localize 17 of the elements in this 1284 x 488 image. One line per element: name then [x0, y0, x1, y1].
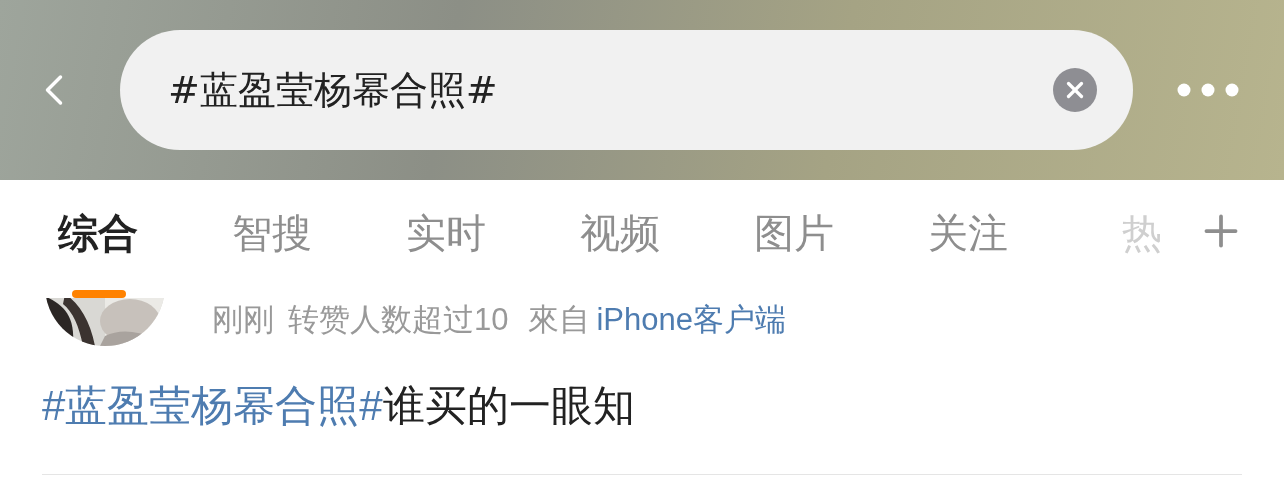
- post-time: 刚刚: [212, 300, 274, 339]
- tab[interactable]: 实时: [359, 180, 533, 298]
- search-field[interactable]: #蓝盈莹杨幂合照#: [120, 30, 1133, 150]
- post-text: #蓝盈莹杨幂合照#谁买的一眼知: [42, 381, 636, 431]
- search-input[interactable]: #蓝盈莹杨幂合照#: [168, 61, 1053, 119]
- tab-indicator: [72, 290, 126, 298]
- tab[interactable]: 智搜: [185, 180, 359, 298]
- topic-link[interactable]: #蓝盈莹杨幂合照#: [42, 382, 383, 429]
- more-icon[interactable]: [1176, 82, 1240, 98]
- tab[interactable]: 图片: [707, 180, 881, 298]
- tab[interactable]: 关注: [881, 180, 1055, 298]
- post-stats: 转赞人数超过10: [288, 300, 509, 339]
- tab[interactable]: 视频: [533, 180, 707, 298]
- source-link[interactable]: iPhone客户端: [596, 296, 786, 344]
- tab[interactable]: 综合: [11, 180, 185, 298]
- clear-icon[interactable]: [1053, 68, 1097, 112]
- source-label: 來自: [528, 300, 591, 339]
